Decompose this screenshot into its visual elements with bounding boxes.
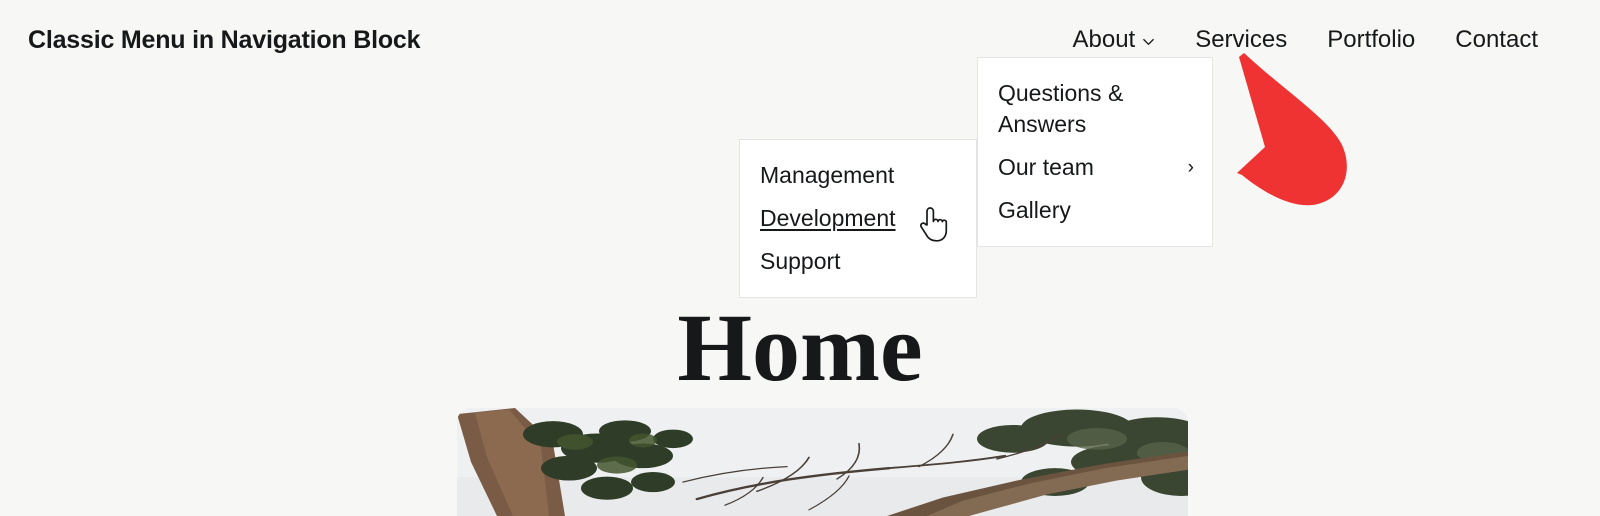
submenu-item-label: Support	[760, 248, 841, 274]
menu-item-gallery[interactable]: Gallery	[978, 189, 1212, 232]
menu-item-label: Gallery	[998, 197, 1071, 223]
main-navigation: About Services Portfolio Contact	[1052, 28, 1538, 52]
menu-item-label: Our team	[998, 154, 1094, 180]
site-header: Classic Menu in Navigation Block About S…	[0, 0, 1600, 80]
nav-item-label: About	[1072, 26, 1136, 53]
nav-item-label: Contact	[1455, 26, 1538, 53]
nav-item-label: Portfolio	[1327, 26, 1416, 53]
submenu-item-management[interactable]: Management	[740, 154, 976, 197]
nav-item-about[interactable]: About	[1052, 28, 1175, 52]
chevron-right-icon[interactable]: ›	[1180, 152, 1194, 183]
menu-item-our-team[interactable]: Our team ›	[978, 146, 1212, 189]
submenu-item-support[interactable]: Support	[740, 240, 976, 283]
nav-item-portfolio[interactable]: Portfolio	[1307, 28, 1435, 52]
nav-item-label: Services	[1195, 26, 1288, 53]
nav-item-contact[interactable]: Contact	[1435, 28, 1538, 52]
chevron-down-icon[interactable]	[1142, 35, 1155, 48]
menu-item-label: Questions & Answers	[998, 80, 1124, 137]
site-title[interactable]: Classic Menu in Navigation Block	[28, 26, 421, 55]
menu-item-questions-and-answers[interactable]: Questions & Answers	[978, 72, 1212, 146]
nav-item-services[interactable]: Services	[1175, 28, 1307, 52]
page-title: Home	[677, 294, 923, 402]
submenu-item-development[interactable]: Development	[740, 197, 976, 240]
dropdown-menu-about: Questions & Answers Our team › Gallery	[977, 57, 1213, 247]
submenu-our-team: Management Development Support	[739, 139, 977, 298]
submenu-item-label: Management	[760, 162, 895, 188]
submenu-item-label: Development	[760, 205, 896, 231]
